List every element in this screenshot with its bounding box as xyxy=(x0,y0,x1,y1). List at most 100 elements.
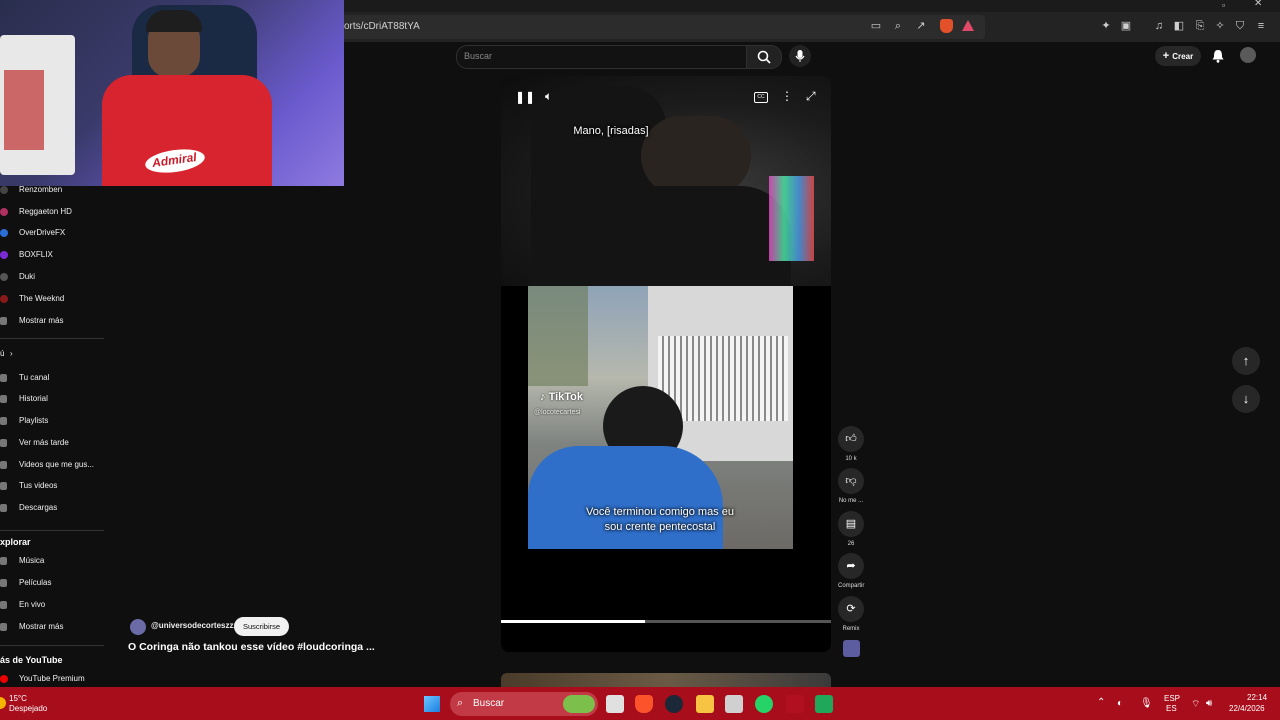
sidebar-toggle-icon[interactable]: ◧ xyxy=(1172,19,1186,33)
create-label: Crear xyxy=(1172,52,1194,61)
caption-top: Mano, [risadas] xyxy=(573,125,649,137)
cast-icon[interactable]: ▭ xyxy=(869,19,883,33)
channel-avatar[interactable] xyxy=(130,619,146,635)
notifications-icon[interactable] xyxy=(1211,49,1225,68)
sidebar-item-label: Playlists xyxy=(19,416,49,425)
media-icon[interactable]: ♫ xyxy=(1152,19,1166,33)
like-count: 10 k xyxy=(845,456,857,462)
pause-button[interactable]: ❚❚ xyxy=(515,90,535,104)
sidebar-item-label: Mostrar más xyxy=(19,316,64,325)
sidebar-item-label: Música xyxy=(19,556,45,565)
obs-icon[interactable] xyxy=(815,695,833,713)
video-title[interactable]: O Coringa não tankou esse vídeo #loudcor… xyxy=(128,641,375,653)
sidebar-item-label: Historial xyxy=(19,394,48,403)
mic-tray-icon[interactable]: 🎙︎ xyxy=(1140,698,1153,709)
steam-icon[interactable] xyxy=(665,695,683,713)
store-icon[interactable] xyxy=(725,695,743,713)
keyboard-layout: ES xyxy=(1166,704,1177,713)
previous-short-button[interactable]: ↑ xyxy=(1232,347,1260,375)
leo-ai-icon[interactable]: ✧ xyxy=(1213,19,1227,33)
volume-tray-icon[interactable]: 🔊︎ xyxy=(1206,698,1212,709)
weather-temp[interactable]: 15°C xyxy=(9,694,27,703)
account-avatar[interactable] xyxy=(1240,47,1256,63)
sidebar-item-label: YouTube Premium xyxy=(19,674,85,683)
subscribe-button[interactable]: Suscribirse xyxy=(234,617,289,636)
app-icon[interactable] xyxy=(786,695,804,713)
fullscreen-icon[interactable]: ⤢ xyxy=(806,89,816,104)
brave-taskbar-icon[interactable] xyxy=(635,695,653,713)
start-button[interactable] xyxy=(424,696,440,712)
sidebar-item-liked-videos[interactable]: Videos que me gus... xyxy=(0,456,104,474)
sidebar-item-explore[interactable]: Música xyxy=(0,552,104,570)
sidebar-item-label: Renzomben xyxy=(19,185,63,194)
file-explorer-icon[interactable] xyxy=(696,695,714,713)
search-input[interactable] xyxy=(456,45,748,69)
tiktok-watermark: ♪ TikTok xyxy=(540,391,583,403)
sidebar-item-explore[interactable]: Películas xyxy=(0,574,104,592)
chevron-up-icon[interactable]: ⌃ xyxy=(1097,697,1105,708)
brave-shields-icon[interactable] xyxy=(940,19,953,33)
vpn-icon[interactable]: ⛉ xyxy=(1233,19,1247,33)
sidebar-item-explore[interactable]: Mostrar más xyxy=(0,618,104,636)
volume-button[interactable]: 🔈︎ xyxy=(545,89,552,104)
share-page-icon[interactable]: ↗ xyxy=(914,19,928,33)
language-code[interactable]: ESP xyxy=(1164,694,1180,703)
zoom-icon[interactable]: ⌕ xyxy=(891,19,905,33)
extensions-icon[interactable]: ✦ xyxy=(1099,19,1113,33)
caption-bottom-line1: Você terminou comigo mas eu xyxy=(586,506,734,518)
channel-handle[interactable]: @universodecorteszzz xyxy=(151,621,238,630)
your-videos-icon xyxy=(0,482,7,490)
window-close-icon[interactable]: ✕ xyxy=(1254,0,1262,9)
clock-time[interactable]: 22:14 xyxy=(1247,693,1267,702)
tab-manager-icon[interactable]: ▣ xyxy=(1119,19,1133,33)
sidebar-subscription[interactable]: The Weeknd xyxy=(0,290,104,308)
sidebar-subscription[interactable]: Duki xyxy=(0,268,104,286)
sidebar-subscription[interactable]: Reggaeton HD xyxy=(0,203,104,221)
bookmark-icon[interactable]: ⎘ xyxy=(1193,19,1207,33)
tiktok-icon: ♪ xyxy=(540,391,549,403)
task-view-icon[interactable] xyxy=(606,695,624,713)
hoodie xyxy=(611,186,791,286)
comments-button[interactable]: ▤ 26 xyxy=(838,511,864,547)
reaction-video-frame xyxy=(501,76,831,286)
remix-icon: ⟳ xyxy=(838,596,864,622)
dislike-button[interactable]: 👎︎ No me ... xyxy=(838,468,864,504)
channel-avatar-icon xyxy=(0,273,8,281)
window-restore-icon[interactable]: ▫ xyxy=(1222,0,1225,10)
brave-rewards-icon[interactable] xyxy=(962,20,974,31)
sidebar-you-header[interactable]: ú › xyxy=(0,345,104,363)
sidebar-item-downloads[interactable]: Descargas xyxy=(0,499,104,517)
voice-search-button[interactable] xyxy=(789,45,811,67)
sidebar-subscription[interactable]: BOXFLIX xyxy=(0,246,104,264)
sidebar-subscription[interactable]: Renzomben xyxy=(0,181,104,199)
sidebar-item-youtube-premium[interactable]: YouTube Premium xyxy=(0,670,104,688)
sidebar-item-history[interactable]: Historial xyxy=(0,390,104,408)
sidebar-item-channel[interactable]: Tu canal xyxy=(0,369,104,387)
thumbs-up-icon: 👍︎ xyxy=(838,426,864,452)
captions-button[interactable]: CC xyxy=(754,92,768,103)
sidebar-item-your-videos[interactable]: Tus videos xyxy=(0,477,104,495)
search-button[interactable] xyxy=(746,45,782,69)
channel-avatar-icon xyxy=(0,208,8,216)
whatsapp-icon[interactable] xyxy=(755,695,773,713)
remix-button[interactable]: ⟳ Remix xyxy=(838,596,864,632)
menu-icon[interactable]: ≡ xyxy=(1254,19,1268,33)
sound-thumbnail[interactable] xyxy=(843,640,860,657)
search-icon xyxy=(757,50,771,64)
create-button[interactable]: + Crear xyxy=(1155,46,1201,66)
tray-app-icon[interactable]: ◐ xyxy=(1117,698,1123,709)
next-short-preview[interactable] xyxy=(501,673,831,687)
sidebar-item-watch-later[interactable]: Ver más tarde xyxy=(0,434,104,452)
sidebar-item-explore[interactable]: En vivo xyxy=(0,596,104,614)
next-short-button[interactable]: ↓ xyxy=(1232,385,1260,413)
share-button[interactable]: ➦ Compartir xyxy=(838,553,864,589)
address-bar[interactable] xyxy=(330,15,985,39)
sidebar-show-more[interactable]: Mostrar más xyxy=(0,312,104,330)
sidebar-subscription[interactable]: OverDriveFX xyxy=(0,224,104,242)
like-button[interactable]: 👍︎ 10 k xyxy=(838,426,864,462)
headset xyxy=(146,10,202,32)
more-options-icon[interactable]: ⋮ xyxy=(781,89,793,103)
wifi-icon[interactable]: ⌔ xyxy=(1191,698,1200,711)
rgb-lights xyxy=(769,176,814,261)
sidebar-item-playlists[interactable]: Playlists xyxy=(0,412,104,430)
